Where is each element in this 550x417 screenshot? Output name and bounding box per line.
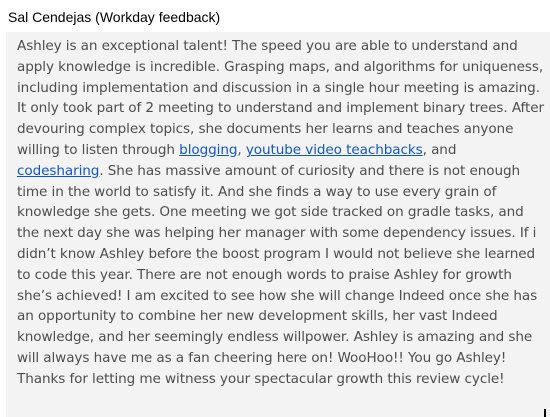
- feedback-panel: Ashley is an exceptional talent! The spe…: [6, 32, 550, 417]
- youtube-video-teachbacks-link[interactable]: youtube video teachbacks: [246, 142, 423, 158]
- feedback-author-title: Sal Cendejas (Workday feedback): [8, 9, 221, 25]
- feedback-text-part-2: . She has massive amount of curiosity an…: [17, 162, 538, 387]
- feedback-text-part-1: Ashley is an exceptional talent! The spe…: [17, 38, 544, 158]
- feedback-text: Ashley is an exceptional talent! The spe…: [17, 36, 544, 390]
- codesharing-link[interactable]: codesharing: [17, 163, 99, 179]
- blogging-link[interactable]: blogging: [179, 142, 237, 158]
- text-cursor-mark: [544, 409, 546, 417]
- feedback-separator-1: ,: [237, 141, 246, 158]
- feedback-separator-2: , and: [422, 141, 457, 158]
